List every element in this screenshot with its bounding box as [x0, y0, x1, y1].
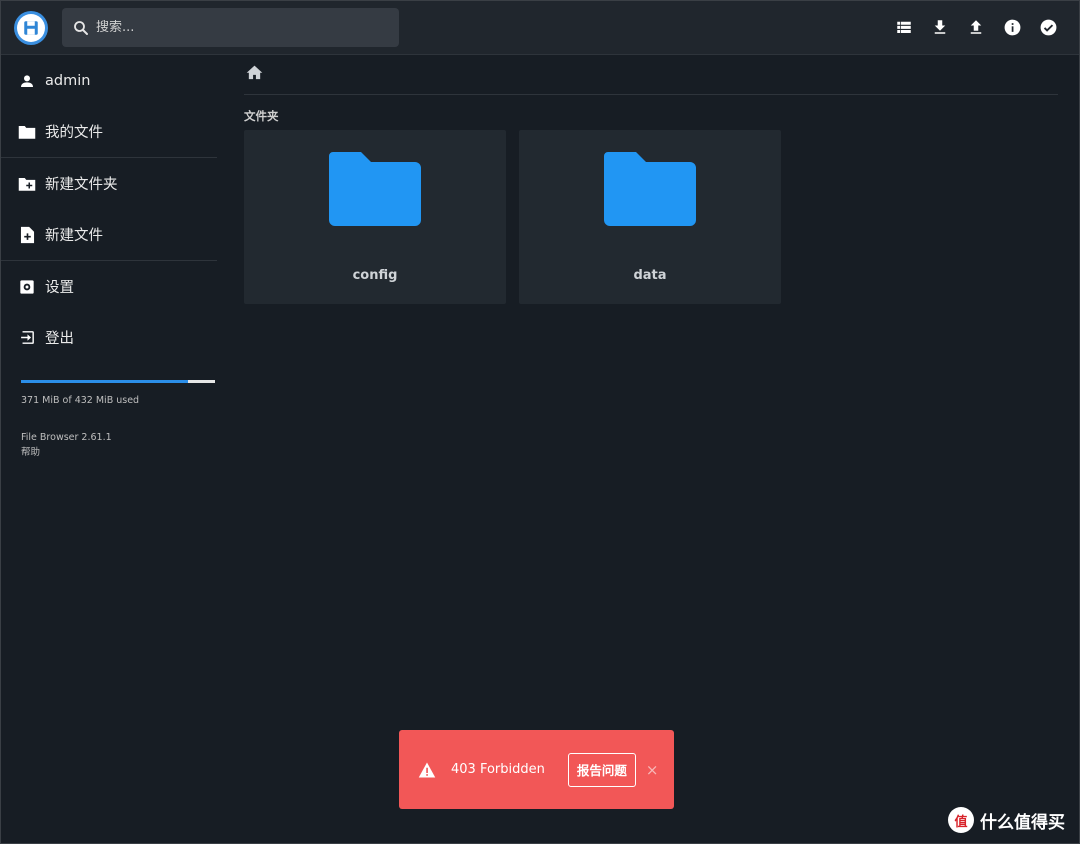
close-icon[interactable]: × [646, 761, 659, 779]
folder-item[interactable]: config [244, 130, 506, 304]
warning-icon [418, 762, 436, 777]
report-issue-button[interactable]: 报告问题 [567, 752, 636, 787]
sidebar: admin 我的文件 新建文件夹 新建文件 设置 登出 371 MiB of 4… [0, 55, 217, 844]
info-icon [1004, 19, 1020, 35]
upload-icon [970, 20, 982, 34]
watermark-logo: 值 [948, 807, 974, 833]
floppy-disk-icon [24, 21, 38, 35]
search-icon [74, 20, 88, 35]
select-multiple-button[interactable] [1038, 17, 1058, 37]
quota-bar-fill [21, 380, 188, 383]
sidebar-item-label: 新建文件夹 [45, 177, 118, 193]
folder-icon [604, 152, 696, 226]
app-logo[interactable] [14, 11, 48, 45]
search-input[interactable] [96, 20, 386, 35]
sidebar-item-label: 登出 [45, 331, 74, 347]
sidebar-item-user[interactable]: admin [0, 55, 217, 106]
toast-message: 403 Forbidden [451, 762, 545, 777]
sidebar-item-label: 新建文件 [45, 228, 103, 244]
sidebar-item-my-files[interactable]: 我的文件 [0, 106, 217, 157]
sidebar-item-new-folder[interactable]: 新建文件夹 [0, 158, 217, 209]
section-title: 文件夹 [244, 109, 279, 123]
exit-icon [18, 329, 36, 347]
download-button[interactable] [930, 17, 950, 37]
search-box[interactable] [62, 8, 399, 47]
sidebar-item-settings[interactable]: 设置 [0, 261, 217, 312]
sidebar-item-label: 设置 [45, 280, 74, 296]
home-icon[interactable] [246, 64, 263, 84]
toolbar [894, 17, 1058, 37]
select-check-icon [1040, 19, 1056, 35]
error-toast: 403 Forbidden 报告问题 × [399, 730, 674, 809]
folder-icon [18, 123, 36, 141]
sidebar-item-label: admin [45, 72, 91, 89]
folder-name: config [352, 268, 398, 283]
version-link[interactable]: File Browser 2.61.1 [21, 430, 112, 445]
folder-grid: config data [244, 130, 781, 304]
folder-icon [329, 152, 421, 226]
quota-bar [21, 380, 215, 383]
breadcrumb [244, 63, 1058, 95]
storage-quota: 371 MiB of 432 MiB used [21, 380, 215, 406]
sidebar-item-new-file[interactable]: 新建文件 [0, 209, 217, 260]
top-bar [0, 0, 1080, 55]
view-list-icon [897, 21, 911, 33]
create-folder-icon [18, 175, 36, 193]
settings-icon [18, 278, 36, 296]
download-icon [934, 20, 946, 34]
help-link[interactable]: 帮助 [21, 445, 112, 460]
folder-name: data [633, 268, 667, 283]
watermark-text: 什么值得买 [980, 812, 1065, 833]
folder-item[interactable]: data [519, 130, 781, 304]
view-list-button[interactable] [894, 17, 914, 37]
info-button[interactable] [1002, 17, 1022, 37]
upload-button[interactable] [966, 17, 986, 37]
credits: File Browser 2.61.1 帮助 [21, 430, 112, 460]
sidebar-item-logout[interactable]: 登出 [0, 312, 217, 363]
note-add-icon [18, 226, 36, 244]
watermark: 值 什么值得买 [948, 807, 1065, 833]
quota-text: 371 MiB of 432 MiB used [21, 395, 140, 406]
person-icon [18, 72, 36, 90]
sidebar-item-label: 我的文件 [45, 125, 103, 141]
